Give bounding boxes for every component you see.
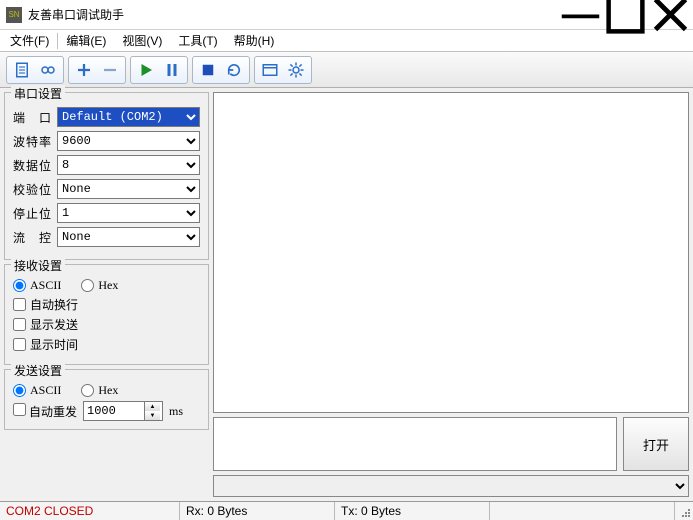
gear-icon[interactable] [283,58,309,82]
stopbits-label: 停止位 [13,205,51,222]
document-icon[interactable] [9,58,35,82]
menu-file[interactable]: 文件(F) [2,30,57,51]
toolbar [0,52,693,88]
plus-icon[interactable] [71,58,97,82]
status-rx: Rx: 0 Bytes [180,502,335,520]
recv-ascii-radio[interactable]: ASCII [13,278,61,293]
baud-label: 波特率 [13,133,51,150]
recv-settings-legend: 接收设置 [11,257,65,274]
serial-settings-group: 串口设置 端 口 Default (COM2) 波特率 9600 数据位 8 校… [4,92,209,260]
send-ascii-radio[interactable]: ASCII [13,383,61,398]
interval-spinbox[interactable]: ▲▼ [83,401,163,421]
resize-grip-icon[interactable] [675,502,693,520]
window-title: 友善串口调试助手 [28,6,558,23]
maximize-button[interactable] [603,0,648,29]
send-textarea[interactable] [213,417,617,471]
recv-hex-radio[interactable]: Hex [81,278,118,293]
status-tx: Tx: 0 Bytes [335,502,490,520]
serial-settings-legend: 串口设置 [11,85,65,102]
open-button[interactable]: 打开 [623,417,689,471]
flow-label: 流 控 [13,229,51,246]
window-icon[interactable] [257,58,283,82]
refresh-icon[interactable] [221,58,247,82]
menu-view[interactable]: 视图(V) [114,30,170,51]
databits-label: 数据位 [13,157,51,174]
auto-resend-checkbox[interactable]: 自动重发 [13,403,77,420]
interval-input[interactable] [84,402,144,420]
recv-settings-group: 接收设置 ASCII Hex 自动换行 显示发送 显示时间 [4,264,209,365]
parity-select[interactable]: None [57,179,200,199]
minus-icon[interactable] [97,58,123,82]
interval-unit: ms [169,404,183,419]
title-bar: SN 友善串口调试助手 [0,0,693,30]
databits-select[interactable]: 8 [57,155,200,175]
status-bar: COM2 CLOSED Rx: 0 Bytes Tx: 0 Bytes [0,501,693,520]
show-send-checkbox[interactable]: 显示发送 [13,316,78,333]
menu-edit[interactable]: 编辑(E) [58,30,114,51]
send-settings-legend: 发送设置 [11,362,65,379]
menu-tools[interactable]: 工具(T) [170,30,225,51]
send-settings-group: 发送设置 ASCII Hex 自动重发 ▲▼ ms [4,369,209,430]
menu-help[interactable]: 帮助(H) [226,30,283,51]
history-select[interactable] [213,475,689,497]
show-time-checkbox[interactable]: 显示时间 [13,336,78,353]
parity-label: 校验位 [13,181,51,198]
receive-textarea[interactable] [213,92,689,413]
send-hex-radio[interactable]: Hex [81,383,118,398]
flow-select[interactable]: None [57,227,200,247]
stop-icon[interactable] [195,58,221,82]
port-select[interactable]: Default (COM2) [57,107,200,127]
close-button[interactable] [648,0,693,29]
port-label: 端 口 [13,109,51,126]
auto-wrap-checkbox[interactable]: 自动换行 [13,296,78,313]
record-icon[interactable] [35,58,61,82]
spin-down-icon[interactable]: ▼ [145,411,160,420]
status-rest [490,502,675,520]
stopbits-select[interactable]: 1 [57,203,200,223]
status-port: COM2 CLOSED [0,502,180,520]
minimize-button[interactable] [558,0,603,29]
pause-icon[interactable] [159,58,185,82]
baud-select[interactable]: 9600 [57,131,200,151]
play-icon[interactable] [133,58,159,82]
app-icon: SN [6,7,22,23]
spin-up-icon[interactable]: ▲ [145,402,160,411]
